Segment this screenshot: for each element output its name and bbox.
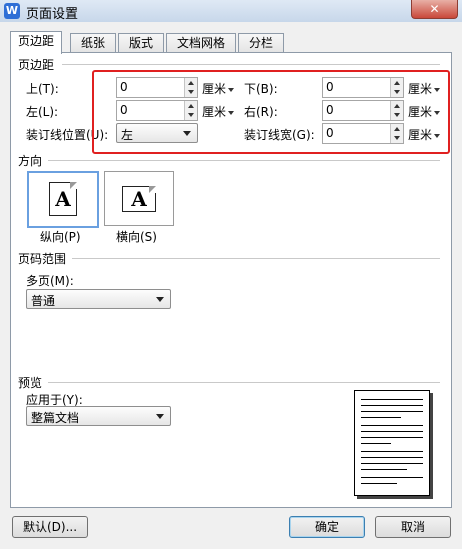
left-margin-label: 左(L):	[26, 105, 59, 119]
orientation-section-title: 方向	[18, 154, 43, 168]
tab-layout[interactable]: 版式	[118, 33, 164, 53]
landscape-label: 横向(S)	[116, 230, 157, 244]
cancel-button[interactable]: 取消	[375, 516, 451, 538]
preview-separator	[48, 382, 440, 383]
preview-text-line	[361, 437, 423, 438]
window-title: 页面设置	[26, 7, 79, 22]
close-button[interactable]: ✕	[411, 0, 458, 19]
page-range-section-title: 页码范围	[18, 252, 67, 266]
portrait-page-icon: A	[49, 182, 77, 216]
highlight-box	[92, 70, 450, 154]
preview-text-line	[361, 483, 397, 484]
portrait-option[interactable]: A	[27, 171, 99, 228]
preview-text-line	[361, 477, 423, 478]
apply-to-value: 整篇文档	[31, 411, 80, 425]
margins-section-title: 页边距	[18, 58, 55, 72]
preview-text-line	[361, 443, 391, 444]
preview-section-title: 预览	[18, 376, 43, 390]
tab-columns[interactable]: 分栏	[238, 33, 284, 53]
preview-text-line	[361, 457, 423, 458]
close-icon: ✕	[429, 2, 440, 16]
landscape-option[interactable]: A	[104, 171, 174, 226]
chevron-down-icon	[156, 414, 164, 419]
top-margin-label: 上(T):	[26, 82, 59, 96]
tab-paper[interactable]: 纸张	[70, 33, 116, 53]
tab-margins[interactable]: 页边距	[10, 31, 62, 54]
ok-button[interactable]: 确定	[289, 516, 365, 538]
multiple-pages-value: 普通	[31, 294, 56, 308]
preview-text-line	[361, 469, 407, 470]
title-bar: W 页面设置 ✕	[0, 0, 462, 23]
preview-text-line	[361, 431, 423, 432]
page-range-separator	[72, 258, 440, 259]
preview-text-line	[361, 411, 423, 412]
portrait-label: 纵向(P)	[40, 230, 81, 244]
preview-text-line	[361, 425, 423, 426]
margins-separator	[62, 64, 440, 65]
landscape-page-icon: A	[122, 186, 156, 212]
preview-text-line	[361, 463, 423, 464]
preview-text-line	[361, 451, 423, 452]
preview-text-line	[361, 417, 401, 418]
apply-to-select[interactable]: 整篇文档	[26, 406, 171, 426]
orientation-separator	[48, 160, 440, 161]
tab-document-grid[interactable]: 文档网格	[166, 33, 236, 53]
multiple-pages-label: 多页(M):	[26, 274, 74, 288]
chevron-down-icon	[156, 297, 164, 302]
page-preview	[354, 390, 430, 496]
wps-app-icon: W	[4, 3, 20, 19]
preview-text-line	[361, 405, 423, 406]
multiple-pages-select[interactable]: 普通	[26, 289, 171, 309]
default-button[interactable]: 默认(D)...	[12, 516, 88, 538]
preview-text-line	[361, 399, 423, 400]
